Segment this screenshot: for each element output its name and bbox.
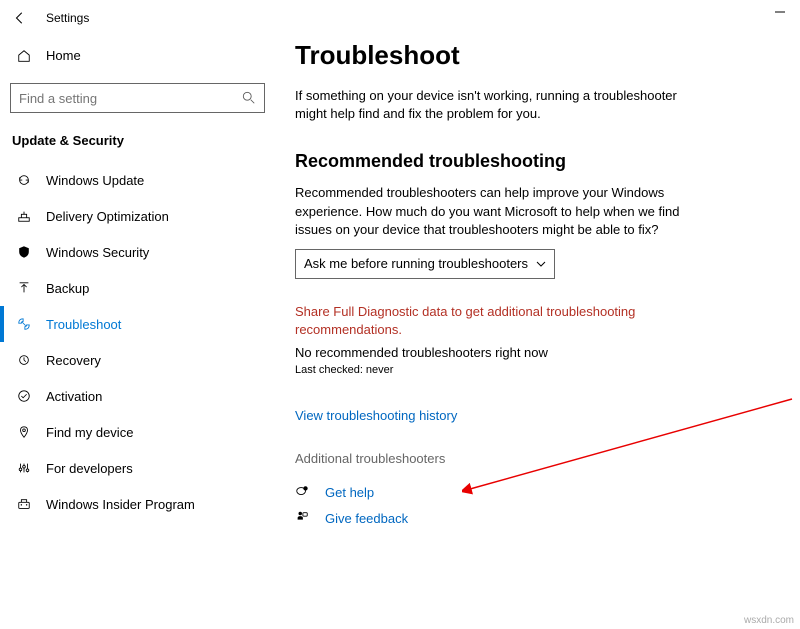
recommended-heading: Recommended troubleshooting [295, 151, 790, 172]
search-box[interactable] [10, 83, 265, 113]
nav-windows-update[interactable]: Windows Update [10, 162, 265, 198]
activation-icon [16, 388, 32, 404]
main-content: Troubleshoot If something on your device… [295, 40, 790, 536]
last-checked: Last checked: never [295, 364, 790, 376]
recovery-icon [16, 352, 32, 368]
watermark: wsxdn.com [744, 615, 794, 626]
sync-icon [16, 172, 32, 188]
nav-label: Windows Update [46, 173, 144, 188]
nav-label: Windows Insider Program [46, 497, 195, 512]
home-nav[interactable]: Home [10, 40, 265, 71]
diagnostic-warning: Share Full Diagnostic data to get additi… [295, 303, 685, 339]
feedback-icon [295, 510, 311, 526]
minimize-icon [775, 7, 785, 17]
intro-text: If something on your device isn't workin… [295, 87, 685, 123]
nav-label: Recovery [46, 353, 101, 368]
additional-troubleshooters[interactable]: Additional troubleshooters [295, 451, 790, 466]
help-icon [295, 484, 311, 500]
nav-for-developers[interactable]: For developers [10, 450, 265, 486]
nav-label: For developers [46, 461, 133, 476]
nav-label: Windows Security [46, 245, 149, 260]
feedback-row[interactable]: Give feedback [295, 510, 790, 526]
dropdown-value: Ask me before running troubleshooters [304, 256, 528, 271]
shield-icon [16, 244, 32, 260]
backup-icon [16, 280, 32, 296]
sidebar: Home Update & Security Windows Update De… [0, 40, 275, 522]
nav-section-header: Update & Security [10, 129, 265, 162]
page-title: Troubleshoot [295, 40, 790, 71]
window-title: Settings [46, 11, 89, 25]
nav-label: Troubleshoot [46, 317, 121, 332]
search-input[interactable] [19, 91, 242, 106]
location-icon [16, 424, 32, 440]
delivery-icon [16, 208, 32, 224]
troubleshoot-icon [16, 316, 32, 332]
arrow-left-icon [13, 11, 27, 25]
recommended-desc: Recommended troubleshooters can help imp… [295, 184, 685, 239]
nav-troubleshoot[interactable]: Troubleshoot [10, 306, 265, 342]
back-button[interactable] [8, 6, 32, 30]
nav-activation[interactable]: Activation [10, 378, 265, 414]
insider-icon [16, 496, 32, 512]
developers-icon [16, 460, 32, 476]
nav-find-my-device[interactable]: Find my device [10, 414, 265, 450]
nav-label: Activation [46, 389, 102, 404]
feedback-link[interactable]: Give feedback [325, 511, 408, 526]
nav-label: Delivery Optimization [46, 209, 169, 224]
history-link[interactable]: View troubleshooting history [295, 408, 790, 423]
nav-windows-security[interactable]: Windows Security [10, 234, 265, 270]
search-icon [242, 91, 256, 105]
recommendation-status: No recommended troubleshooters right now [295, 345, 790, 360]
minimize-button[interactable] [770, 2, 790, 22]
nav-label: Backup [46, 281, 89, 296]
recommendation-dropdown[interactable]: Ask me before running troubleshooters [295, 249, 555, 279]
nav-windows-insider[interactable]: Windows Insider Program [10, 486, 265, 522]
nav-label: Find my device [46, 425, 133, 440]
home-label: Home [46, 48, 81, 63]
chevron-down-icon [536, 259, 546, 269]
get-help-link[interactable]: Get help [325, 485, 374, 500]
nav-delivery-optimization[interactable]: Delivery Optimization [10, 198, 265, 234]
nav-backup[interactable]: Backup [10, 270, 265, 306]
home-icon [16, 49, 32, 63]
get-help-row[interactable]: Get help [295, 484, 790, 500]
nav-recovery[interactable]: Recovery [10, 342, 265, 378]
